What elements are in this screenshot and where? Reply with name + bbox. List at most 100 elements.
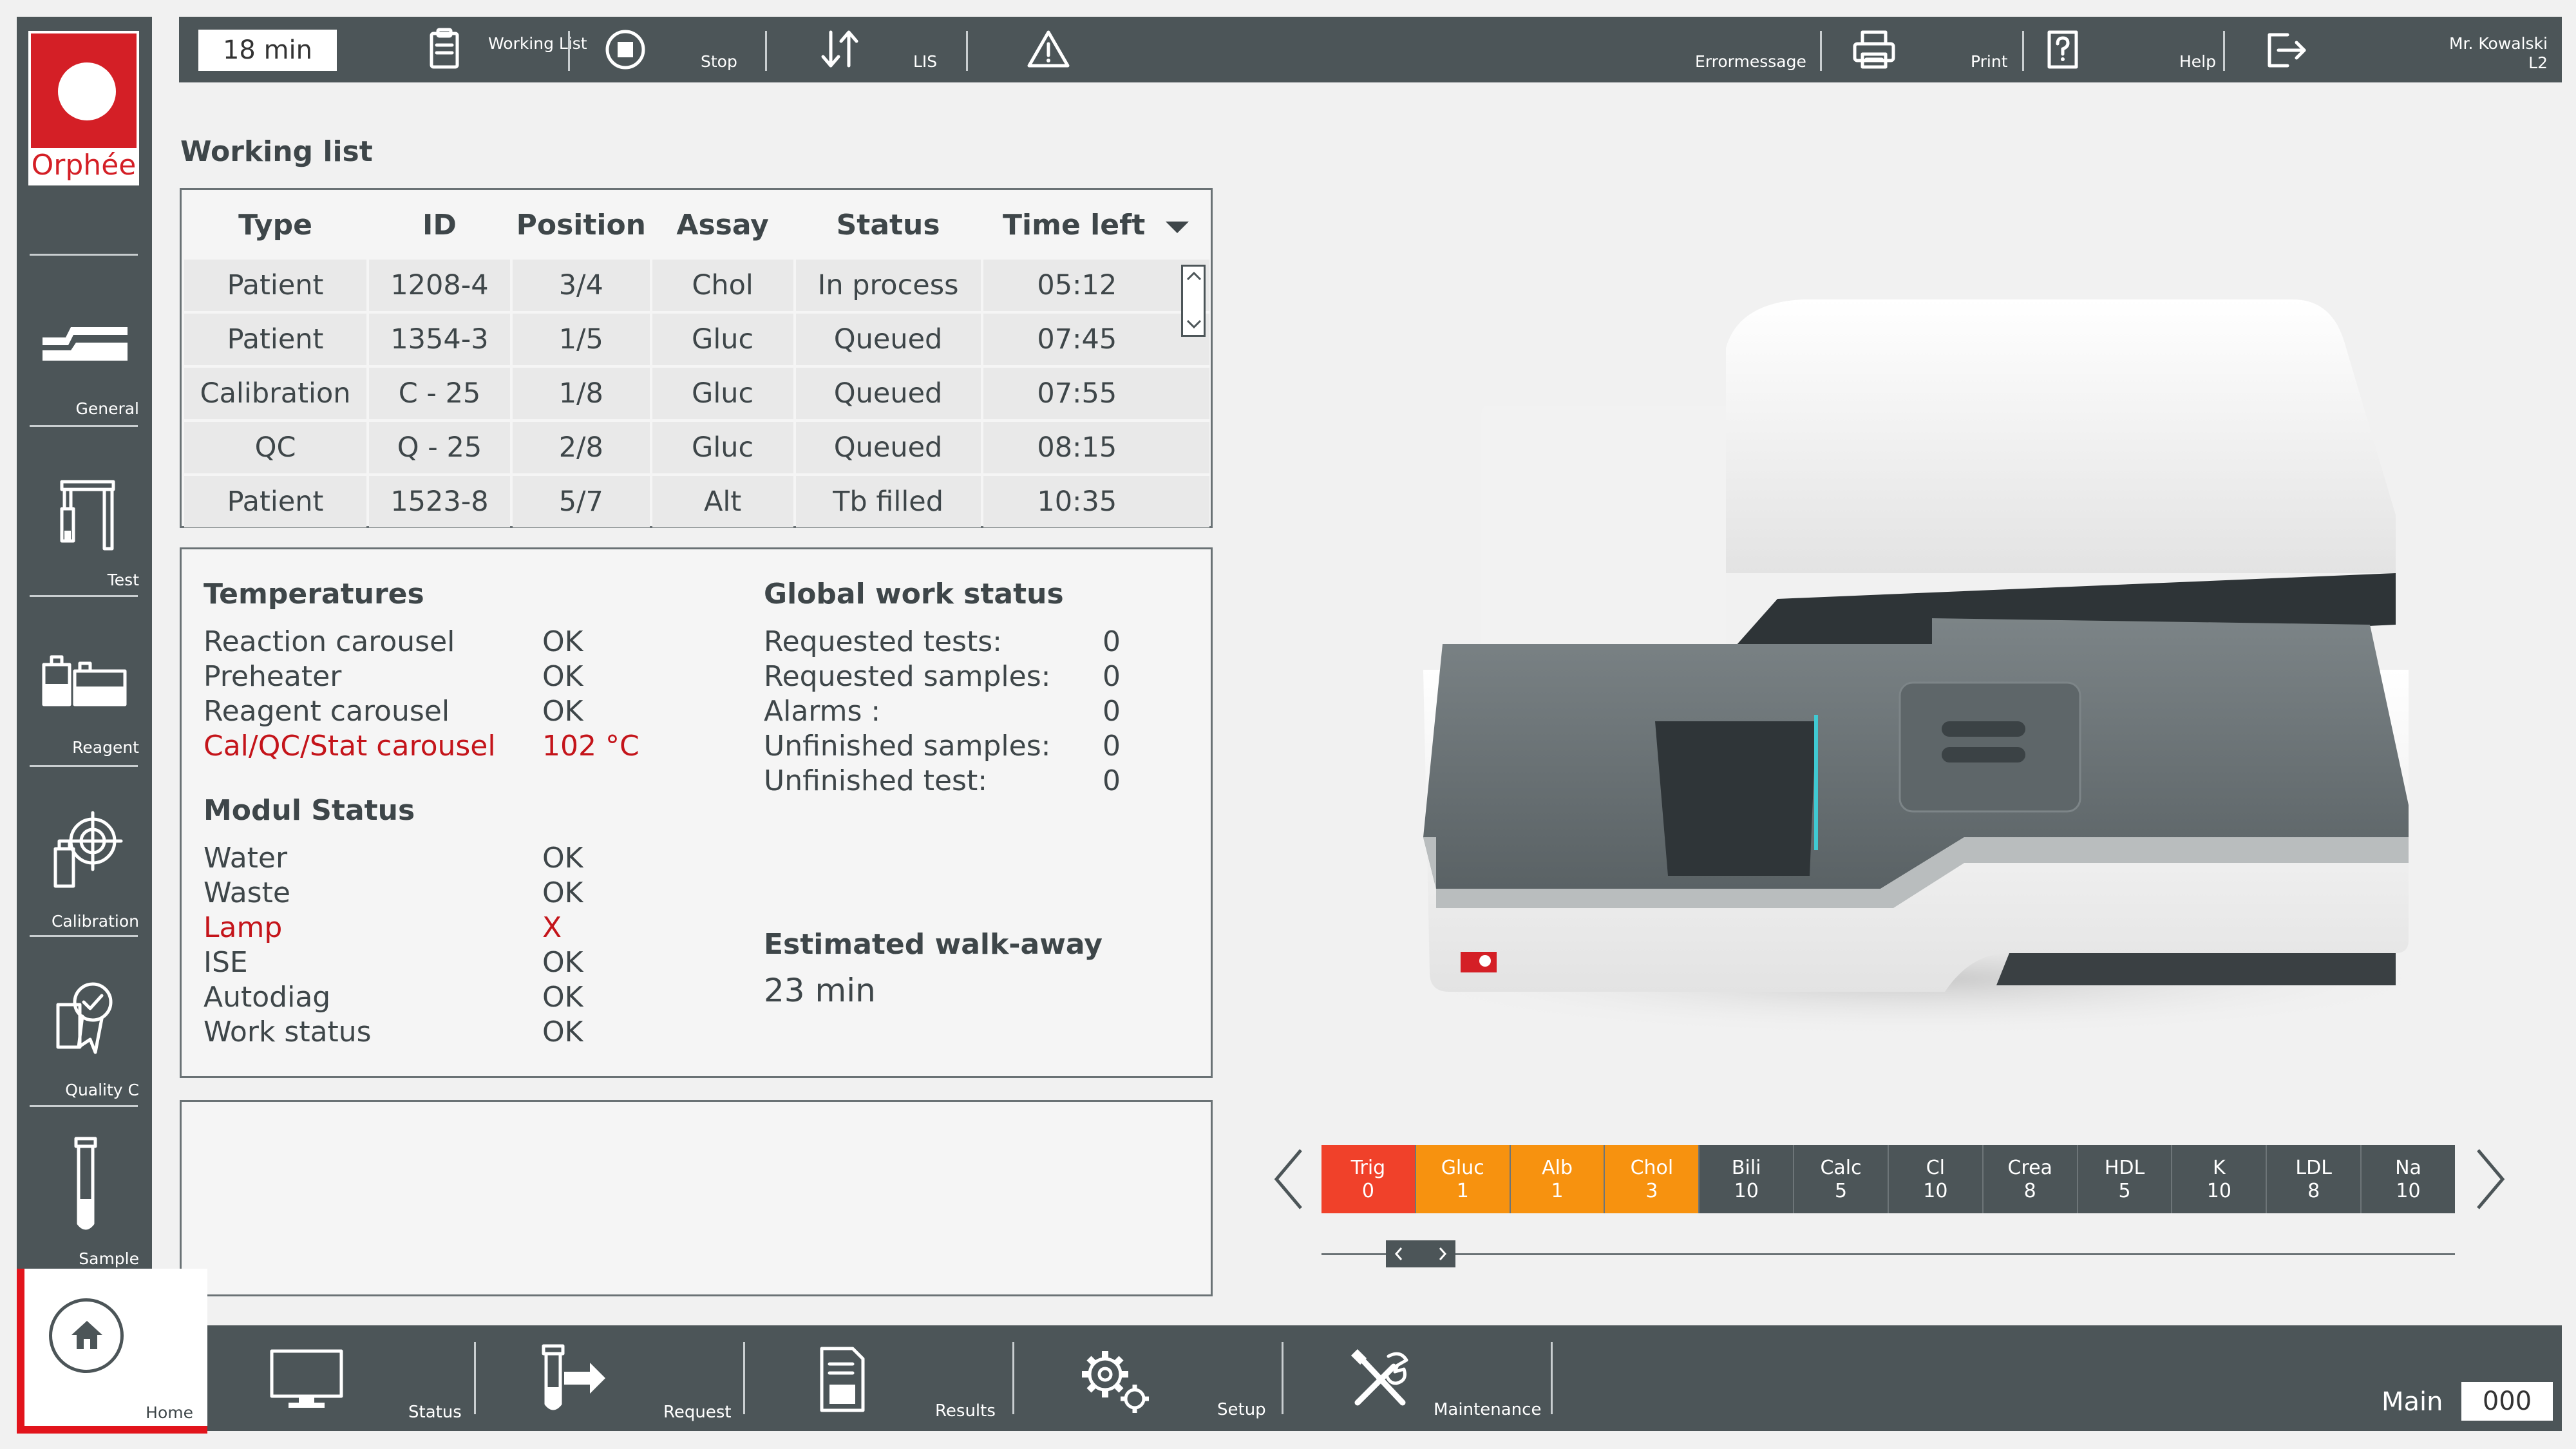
assay-tile-crea[interactable]: Crea 8 <box>1983 1145 2078 1213</box>
results-document-icon <box>820 1347 865 1412</box>
test-tube-icon <box>74 1137 97 1230</box>
column-header-time-left-label: Time left <box>1003 208 1146 242</box>
cell-position: 2/8 <box>512 422 650 473</box>
temp-name-preheater: Preheater <box>204 660 342 693</box>
lis-label: LIS <box>913 52 938 71</box>
gws-name-requested-samples: Requested samples: <box>764 660 1051 693</box>
chevron-down-icon[interactable] <box>1186 318 1202 330</box>
scroll-chevrons-icon <box>1394 1247 1447 1260</box>
assay-tile-trig[interactable]: Trig 0 <box>1321 1145 1416 1213</box>
working-list-button[interactable]: Working List <box>417 17 587 82</box>
logout-icon <box>2268 33 2306 68</box>
errormessage-label: Errormessage <box>1695 52 1806 71</box>
assay-strip: Trig 0 Gluc 1 Alb 1 Chol 3 Bili 10 Calc 5 Cl 10… <box>1321 1145 2455 1213</box>
sidebar-item-sample[interactable]: Sample <box>17 1106 152 1275</box>
chevron-up-icon[interactable] <box>1186 270 1202 282</box>
assay-tile-bili[interactable]: Bili 10 <box>1700 1145 1795 1213</box>
setup-nav-button[interactable]: Setup <box>1015 1325 1282 1431</box>
working-list-label: Working List <box>488 34 587 53</box>
sidebar-label-reagent: Reagent <box>72 738 139 757</box>
assay-count: 8 <box>2307 1180 2320 1202</box>
assay-name: LDL <box>2295 1157 2332 1179</box>
quality-badge-icon <box>56 982 113 1054</box>
cell-assay: Gluc <box>652 314 793 365</box>
logo-text: Orphée <box>31 148 137 183</box>
assay-tile-hdl[interactable]: HDL 5 <box>2078 1145 2173 1213</box>
cell-status: Tb filled <box>795 476 981 527</box>
cell-time-left: 10:35 <box>983 476 1209 527</box>
sidebar-item-quality-control[interactable]: Quality C <box>17 936 152 1105</box>
column-header-status[interactable]: Status <box>795 193 981 257</box>
table-row[interactable]: Patient 1523-8 5/7 Alt Tb filled 10:35 <box>184 476 1209 527</box>
assay-tile-calc[interactable]: Calc 5 <box>1794 1145 1889 1213</box>
status-label: Status <box>408 1403 462 1422</box>
print-button[interactable]: Print <box>1821 17 2021 82</box>
help-button[interactable]: Help <box>2023 17 2223 82</box>
monitor-icon <box>270 1349 343 1408</box>
home-label: Home <box>146 1403 193 1422</box>
help-label: Help <box>2179 52 2216 71</box>
assay-tile-cl[interactable]: Cl 10 <box>1888 1145 1984 1213</box>
analyzer-device-image <box>1391 299 2447 1037</box>
status-nav-button[interactable]: Status <box>207 1325 474 1431</box>
assay-tile-na[interactable]: Na 10 <box>2362 1145 2455 1213</box>
column-header-type[interactable]: Type <box>184 193 367 257</box>
assay-tile-k[interactable]: K 10 <box>2172 1145 2268 1213</box>
home-circle <box>49 1298 124 1373</box>
home-button[interactable]: Home <box>17 1269 207 1434</box>
sidebar-label-calibration: Calibration <box>51 912 139 931</box>
table-scrollbar[interactable] <box>1181 265 1206 337</box>
column-header-position[interactable]: Position <box>512 193 650 257</box>
logout-button[interactable]: Mr. Kowalski L2 <box>2224 17 2562 82</box>
working-list-title: Working list <box>180 135 373 168</box>
assay-prev-arrow-icon[interactable] <box>1270 1146 1309 1212</box>
assay-count: 1 <box>1551 1180 1564 1202</box>
assay-tile-chol[interactable]: Chol 3 <box>1605 1145 1700 1213</box>
sidebar-item-reagent[interactable]: Reagent <box>17 596 152 765</box>
sidebar-item-test[interactable]: Test <box>17 426 152 595</box>
column-header-time-left[interactable]: Time left <box>983 193 1209 257</box>
table-row[interactable]: Patient 1354-3 1/5 Gluc Queued 07:45 <box>184 314 1209 365</box>
main-label: Main <box>2382 1387 2443 1417</box>
sidebar-item-general[interactable]: General <box>17 256 152 425</box>
assay-tile-gluc[interactable]: Gluc 1 <box>1416 1145 1511 1213</box>
modul-name-lamp: Lamp <box>204 911 283 944</box>
maintenance-nav-button[interactable]: Maintenance <box>1284 1325 1551 1431</box>
modul-value-work-status: OK <box>542 1016 583 1048</box>
printer-icon <box>1853 30 1895 69</box>
cell-status: In process <box>795 260 981 311</box>
assay-count: 10 <box>2206 1180 2231 1202</box>
top-toolbar: 18 min Working List Stop LIS Errormessag… <box>179 17 2562 82</box>
assay-next-arrow-icon[interactable] <box>2470 1146 2509 1212</box>
stop-button[interactable]: Stop <box>578 17 765 82</box>
cell-status: Queued <box>795 368 981 419</box>
sidebar-item-calibration[interactable]: Calibration <box>17 766 152 935</box>
assay-tile-ldl[interactable]: LDL 8 <box>2267 1145 2362 1213</box>
gws-name-unfinished-test: Unfinished test: <box>764 764 988 797</box>
table-row[interactable]: QC Q - 25 2/8 Gluc Queued 08:15 <box>184 422 1209 473</box>
assay-scroll-track[interactable] <box>1321 1253 2455 1255</box>
cell-status: Queued <box>795 314 981 365</box>
cell-type: Patient <box>184 314 367 365</box>
walkaway-title: Estimated walk-away <box>764 928 1103 961</box>
cell-position: 1/8 <box>512 368 650 419</box>
table-row[interactable]: Patient 1208-4 3/4 Chol In process 05:12 <box>184 260 1209 311</box>
column-header-id[interactable]: ID <box>369 193 510 257</box>
orphee-logo: Orphée <box>28 31 139 185</box>
column-header-assay[interactable]: Assay <box>652 193 793 257</box>
table-row[interactable]: Calibration C - 25 1/8 Gluc Queued 07:55 <box>184 368 1209 419</box>
assay-count: 1 <box>1456 1180 1469 1202</box>
assay-name: Na <box>2395 1157 2421 1179</box>
modul-name-autodiag: Autodiag <box>204 981 331 1014</box>
lis-button[interactable]: LIS <box>766 17 966 82</box>
results-nav-button[interactable]: Results <box>746 1325 1012 1431</box>
cell-status: Queued <box>795 422 981 473</box>
errormessage-button[interactable]: Errormessage <box>967 17 1817 82</box>
gears-icon <box>1082 1351 1149 1413</box>
temp-value-preheater: OK <box>542 660 583 693</box>
assay-scroll-thumb[interactable] <box>1386 1240 1455 1267</box>
assay-tile-alb[interactable]: Alb 1 <box>1510 1145 1605 1213</box>
tray-icon <box>43 327 128 361</box>
request-nav-button[interactable]: Request <box>477 1325 743 1431</box>
main-counter: 000 <box>2461 1382 2553 1421</box>
